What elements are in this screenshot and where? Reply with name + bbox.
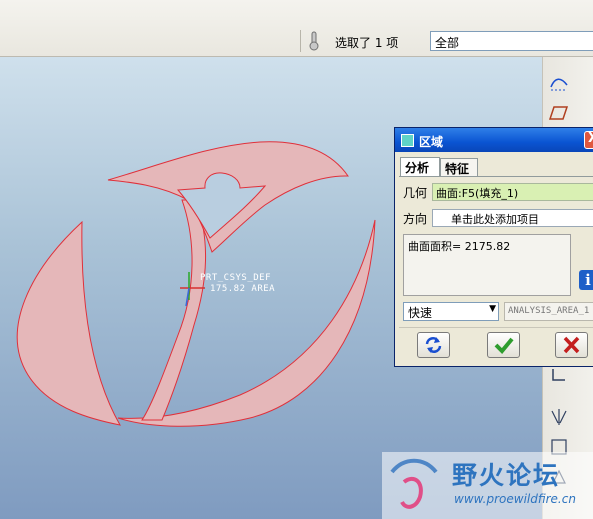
ok-button[interactable] <box>487 332 520 358</box>
coordinate-icon[interactable] <box>549 365 569 385</box>
watermark: 野火论坛 www.proewildfire.cn <box>382 452 593 519</box>
left-leaf <box>16 220 121 426</box>
repeat-button[interactable] <box>417 332 450 358</box>
close-icon: X <box>588 131 593 146</box>
area-label: 175.82 AREA <box>210 284 276 294</box>
button-row-divider <box>399 327 593 328</box>
plane-icon[interactable] <box>549 103 569 123</box>
checkmark-icon <box>494 337 514 354</box>
refresh-icon <box>425 337 442 353</box>
cross-icon <box>563 336 580 354</box>
geometry-label: 几何 <box>403 186 428 200</box>
close-button[interactable]: X <box>584 131 593 149</box>
area-analysis-dialog: 区域 X 分析 特征 几何 曲面:F5(填充_1) 方向 单击此处添加项目 曲面… <box>394 127 593 367</box>
geometry-collector[interactable]: 曲面:F5(填充_1) <box>432 183 593 201</box>
dialog-title: 区域 <box>419 135 444 149</box>
status-separator <box>300 30 301 52</box>
direction-collector[interactable]: 单击此处添加项目 <box>432 209 593 227</box>
csys-label: PRT_CSYS_DEF <box>200 273 272 283</box>
selection-filter-select[interactable]: 全部 <box>430 31 593 51</box>
selection-status: 选取了 1 项 <box>335 36 399 50</box>
result-display: 曲面面积= 2175.82 <box>403 234 571 296</box>
status-bar: 选取了 1 项 全部 <box>0 0 593 57</box>
cancel-button[interactable] <box>555 332 588 358</box>
direction-label: 方向 <box>403 212 428 226</box>
watermark-title: 野火论坛 <box>452 461 561 490</box>
thermometer-icon[interactable] <box>306 30 322 52</box>
tab-feature[interactable]: 特征 <box>440 158 478 176</box>
info-icon[interactable]: i <box>579 270 593 290</box>
forum-logo-icon <box>390 458 438 509</box>
mirror-icon[interactable] <box>549 407 569 427</box>
dialog-window-icon <box>401 134 414 147</box>
dialog-title-bar[interactable]: 区域 X <box>395 128 593 152</box>
analysis-mode-select[interactable]: 快速 ▼ <box>403 302 499 321</box>
tab-analysis[interactable]: 分析 <box>400 157 440 177</box>
stem <box>141 199 206 421</box>
analysis-name-field[interactable]: ANALYSIS_AREA_1 <box>504 302 593 321</box>
curve-analysis-icon[interactable] <box>549 73 569 93</box>
mode-value: 快速 <box>408 306 433 320</box>
watermark-url: www.proewildfire.cn <box>454 492 576 506</box>
chevron-down-icon: ▼ <box>489 304 496 314</box>
